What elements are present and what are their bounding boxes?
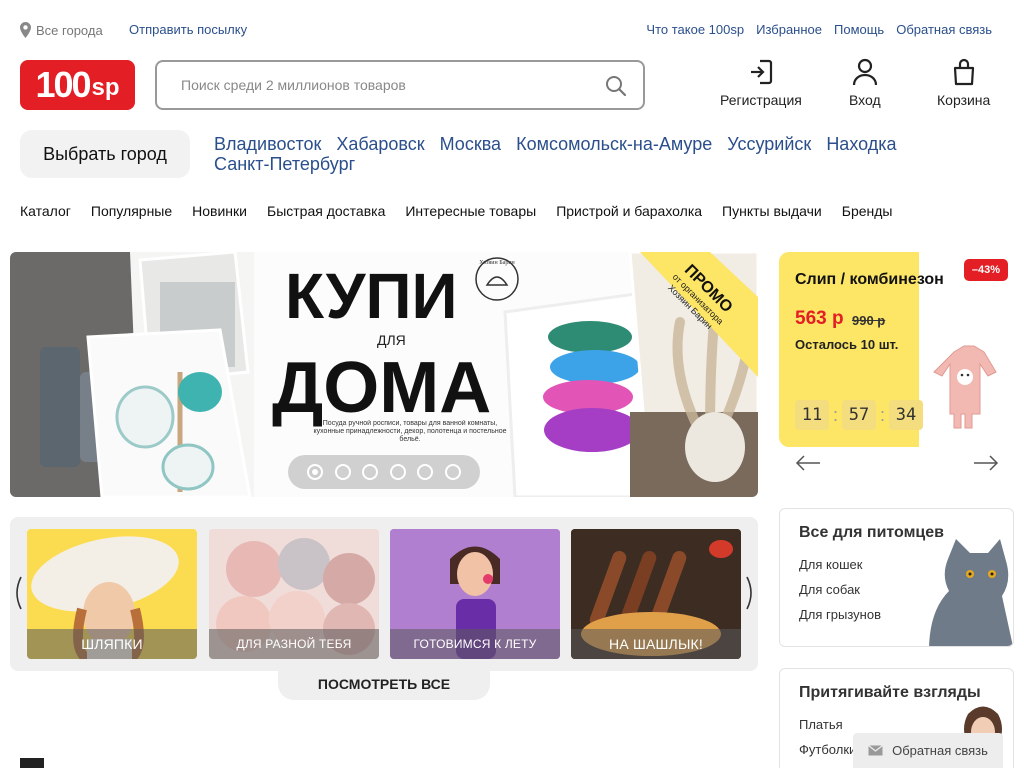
fashion-link-tshirts[interactable]: Футболки bbox=[799, 742, 856, 757]
register-label: Регистрация bbox=[720, 92, 802, 108]
city-link[interactable]: Находка bbox=[826, 134, 896, 154]
cart-label: Корзина bbox=[937, 92, 991, 108]
user-icon bbox=[852, 58, 877, 86]
top-links: Что такое 100sp Избранное Помощь Обратна… bbox=[646, 22, 992, 37]
cart-button[interactable]: Корзина bbox=[937, 58, 990, 108]
sign-in-arrow-icon bbox=[750, 59, 773, 85]
deal-card[interactable]: Слип / комбинезон –43% 563 р 990 р Остал… bbox=[779, 252, 1014, 447]
slide-dot[interactable] bbox=[417, 464, 434, 480]
city-link[interactable]: Санкт-Петербург bbox=[214, 154, 355, 174]
category-card-lingerie[interactable]: ДЛЯ РАЗНОЙ ТЕБЯ bbox=[209, 529, 379, 659]
nav-pickup-points[interactable]: Пункты выдачи bbox=[722, 203, 822, 219]
arrow-right-icon[interactable] bbox=[973, 455, 999, 471]
timer-minutes: 57 bbox=[842, 400, 877, 430]
section-heading-fragment bbox=[20, 758, 44, 768]
category-label: ГОТОВИМСЯ К ЛЕТУ bbox=[390, 629, 560, 659]
nav-interesting[interactable]: Интересные товары bbox=[405, 203, 536, 219]
logo-suffix-text: sp bbox=[91, 74, 120, 101]
city-label: Все города bbox=[36, 22, 103, 38]
nav-new[interactable]: Новинки bbox=[192, 203, 247, 219]
deal-price: 563 р bbox=[795, 308, 844, 329]
logo-main-text: 100 bbox=[35, 64, 91, 105]
category-card-bbq[interactable]: НА ШАШЛЫК! bbox=[571, 529, 741, 659]
deal-old-price: 990 р bbox=[852, 313, 886, 328]
nav-catalog[interactable]: Каталог bbox=[20, 203, 71, 219]
slide-dot-active[interactable] bbox=[307, 464, 324, 480]
register-button[interactable]: Регистрация bbox=[720, 58, 802, 108]
timer-separator: : bbox=[880, 404, 886, 425]
category-card-summer[interactable]: ГОТОВИМСЯ К ЛЕТУ bbox=[390, 529, 560, 659]
nav-flea-market[interactable]: Пристрой и барахолка bbox=[556, 203, 702, 219]
top-bar: Все города Отправить посылку Что такое 1… bbox=[20, 20, 992, 40]
category-label: ДЛЯ РАЗНОЙ ТЕБЯ bbox=[209, 629, 379, 659]
send-parcel-link[interactable]: Отправить посылку bbox=[129, 22, 247, 37]
category-label: НА ШАШЛЫК! bbox=[571, 629, 741, 659]
shopping-bag-icon bbox=[953, 58, 974, 86]
city-link[interactable]: Уссурийск bbox=[727, 134, 811, 154]
city-selector-link[interactable]: Все города bbox=[20, 22, 103, 38]
search-input[interactable] bbox=[181, 77, 581, 93]
help-link[interactable]: Помощь bbox=[834, 22, 884, 37]
banner-title-small: ДЛЯ bbox=[377, 332, 406, 348]
main-nav: Каталог Популярные Новинки Быстрая доста… bbox=[20, 203, 892, 219]
pets-link-cats[interactable]: Для кошек bbox=[799, 557, 862, 572]
city-link[interactable]: Владивосток bbox=[214, 134, 321, 154]
site-logo[interactable]: 100 sp bbox=[20, 60, 135, 110]
location-pin-icon bbox=[20, 22, 31, 38]
discount-badge: –43% bbox=[963, 259, 1008, 281]
feedback-link[interactable]: Обратная связь bbox=[896, 22, 992, 37]
banner-title-line2: ДОМА bbox=[272, 348, 491, 428]
about-link[interactable]: Что такое 100sp bbox=[646, 22, 744, 37]
deal-title: Слип / комбинезон bbox=[795, 271, 944, 288]
envelope-icon bbox=[868, 745, 883, 756]
chevron-right-icon[interactable] bbox=[745, 575, 755, 611]
login-label: Вход bbox=[849, 92, 881, 108]
pets-link-rodents[interactable]: Для грызунов bbox=[799, 607, 881, 622]
pets-title[interactable]: Все для питомцев bbox=[799, 524, 944, 542]
choose-city-button[interactable]: Выбрать город bbox=[20, 130, 190, 178]
login-button[interactable]: Вход bbox=[849, 58, 881, 108]
fashion-title[interactable]: Притягивайте взгляды bbox=[799, 684, 981, 702]
city-links: Владивосток Хабаровск Москва Комсомольск… bbox=[214, 134, 914, 174]
feedback-label: Обратная связь bbox=[892, 743, 988, 758]
search-icon[interactable] bbox=[605, 75, 627, 97]
pets-card: Все для питомцев Для кошек Для собак Для… bbox=[779, 508, 1014, 647]
category-card-hats[interactable]: ШЛЯПКИ bbox=[27, 529, 197, 659]
slide-dot[interactable] bbox=[362, 464, 379, 480]
nav-popular[interactable]: Популярные bbox=[91, 203, 172, 219]
banner-title-line1: КУПИ bbox=[285, 260, 457, 332]
category-label: ШЛЯПКИ bbox=[27, 629, 197, 659]
countdown-timer: 11 : 57 : 34 bbox=[795, 400, 924, 430]
arrow-left-icon[interactable] bbox=[795, 455, 821, 471]
timer-hours: 11 bbox=[795, 400, 829, 430]
favorites-link[interactable]: Избранное bbox=[756, 22, 822, 37]
deal-remaining: Осталось 10 шт. bbox=[795, 337, 899, 352]
timer-separator: : bbox=[833, 404, 839, 425]
city-link[interactable]: Москва bbox=[440, 134, 501, 154]
view-all-button[interactable]: ПОСМОТРЕТЬ ВСЕ bbox=[278, 668, 490, 700]
nav-fast-delivery[interactable]: Быстрая доставка bbox=[267, 203, 385, 219]
slide-dot[interactable] bbox=[444, 464, 461, 480]
timer-seconds: 34 bbox=[889, 400, 924, 430]
chevron-left-icon[interactable] bbox=[13, 575, 23, 611]
slide-dot[interactable] bbox=[389, 464, 406, 480]
pets-link-dogs[interactable]: Для собак bbox=[799, 582, 860, 597]
feedback-widget[interactable]: Обратная связь bbox=[853, 733, 1003, 768]
city-link[interactable]: Комсомольск-на-Амуре bbox=[516, 134, 712, 154]
category-carousel: ШЛЯПКИ ДЛЯ РАЗНОЙ ТЕБЯ ГОТОВИМСЯ К ЛЕТУ … bbox=[10, 517, 758, 671]
search-box bbox=[155, 60, 645, 110]
banner-description: Посуда ручной росписи, товары для ванной… bbox=[313, 420, 507, 443]
cat-image bbox=[929, 539, 1013, 646]
fashion-link-dresses[interactable]: Платья bbox=[799, 717, 843, 732]
banner-pagination bbox=[288, 455, 480, 489]
nav-brands[interactable]: Бренды bbox=[842, 203, 893, 219]
city-link[interactable]: Хабаровск bbox=[336, 134, 424, 154]
slide-dot[interactable] bbox=[334, 464, 351, 480]
brand-seal-text: Хозяин Барин bbox=[479, 260, 515, 266]
